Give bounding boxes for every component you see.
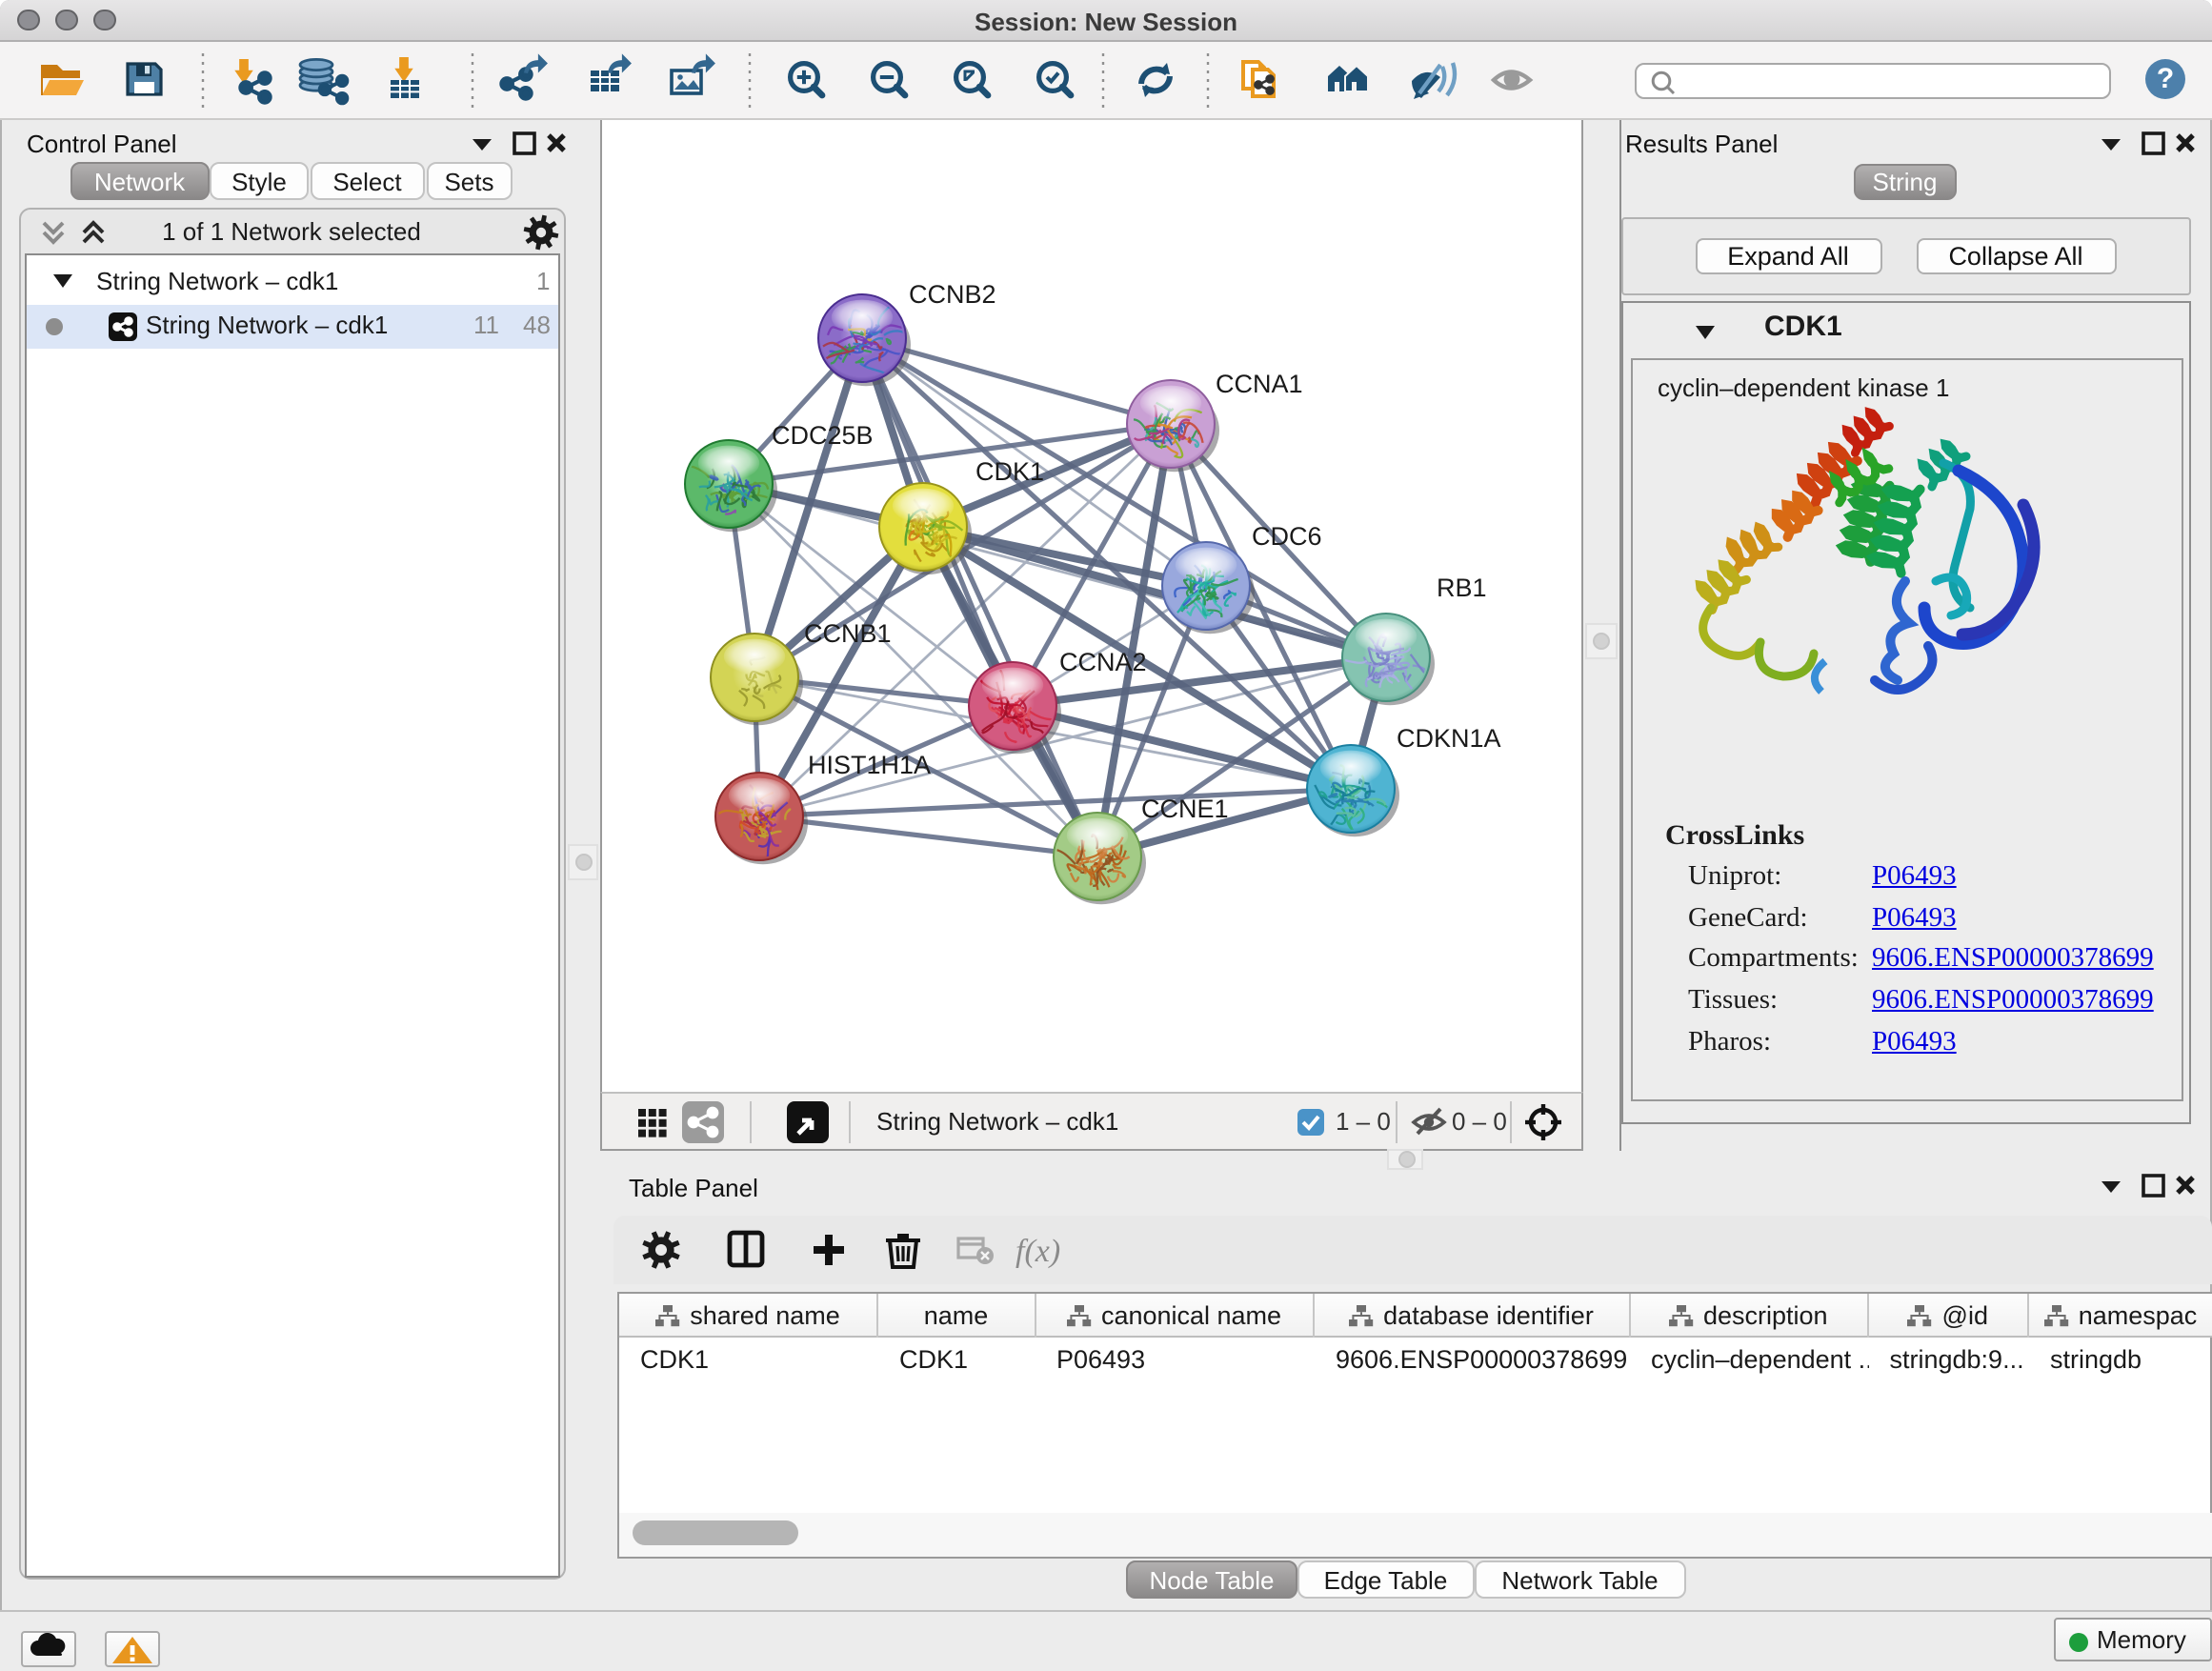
svg-text:CCNA1: CCNA1 xyxy=(1216,370,1303,398)
svg-text:RB1: RB1 xyxy=(1437,574,1487,602)
svg-text:CDC6: CDC6 xyxy=(1252,522,1322,551)
svg-text:CDC25B: CDC25B xyxy=(772,421,874,450)
svg-text:CCNB2: CCNB2 xyxy=(909,280,996,309)
svg-text:f(x): f(x) xyxy=(1016,1233,1060,1268)
svg-text:HIST1H1A: HIST1H1A xyxy=(808,751,931,779)
svg-text:CDK1: CDK1 xyxy=(975,457,1044,486)
svg-text:CCNA2: CCNA2 xyxy=(1059,648,1147,676)
svg-text:CCNE1: CCNE1 xyxy=(1141,795,1229,823)
svg-text:CCNB1: CCNB1 xyxy=(804,619,892,648)
svg-text:CDKN1A: CDKN1A xyxy=(1397,724,1501,753)
